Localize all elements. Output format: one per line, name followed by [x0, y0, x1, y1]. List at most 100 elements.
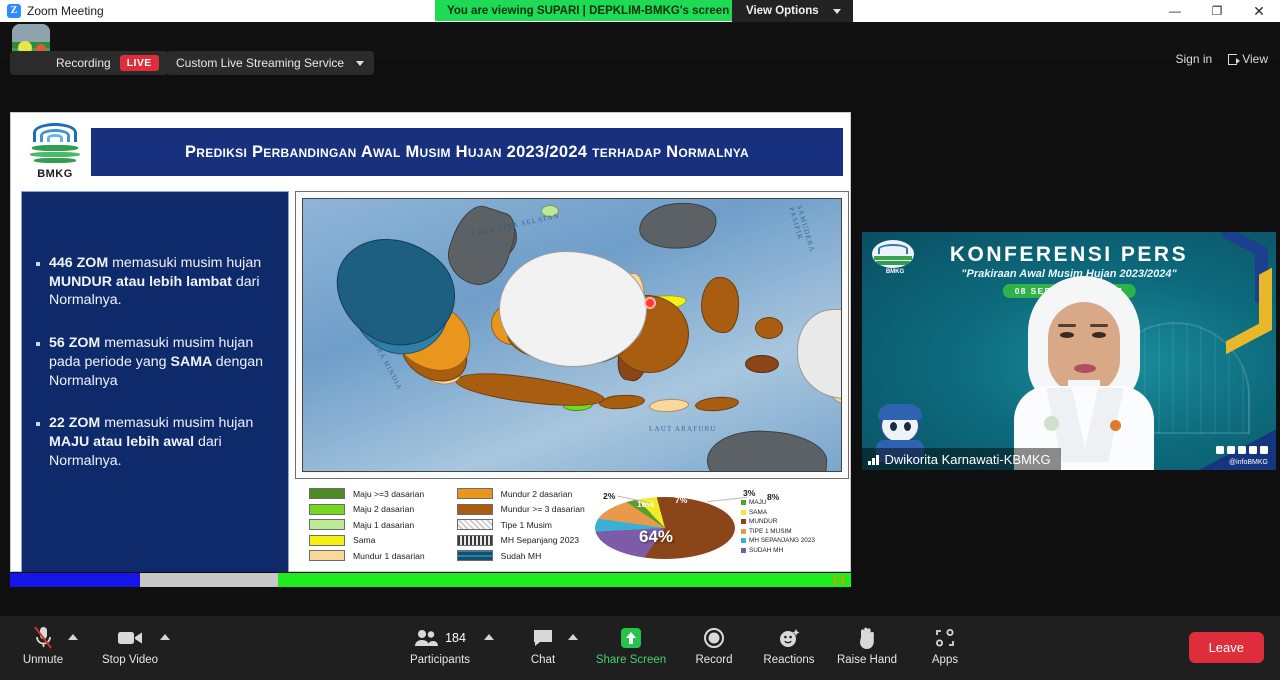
bmkg-logo-label: BMKG	[25, 168, 85, 180]
pie-label-mh-sepanjang: 2%	[603, 491, 615, 501]
legend-item: Sudah MH	[457, 550, 585, 561]
pie-legend-label: MUNDUR	[749, 518, 777, 525]
pie-legend-swatch	[741, 538, 746, 543]
legend-swatch	[309, 504, 345, 515]
reactions-label: Reactions	[752, 654, 826, 666]
legend-swatch	[457, 535, 493, 546]
live-stream-service-dropdown[interactable]: Custom Live Streaming Service	[166, 51, 374, 75]
view-layout-button[interactable]: View	[1228, 52, 1268, 66]
pie-legend-item: MAJU	[741, 499, 815, 506]
bmkg-logo: BMKG	[25, 121, 85, 183]
chat-chevron-icon[interactable]	[568, 634, 578, 640]
sign-in-button[interactable]: Sign in	[1176, 52, 1213, 66]
minimize-icon[interactable]: —	[1154, 0, 1196, 22]
video-options-chevron-icon[interactable]	[160, 634, 170, 640]
recording-label: Recording	[56, 56, 111, 70]
apps-label: Apps	[908, 654, 982, 666]
unmute-button[interactable]: Unmute	[6, 624, 80, 666]
summary-panel: 446 ZOM memasuki musim hujan MUNDUR atau…	[21, 191, 289, 575]
raise-hand-label: Raise Hand	[830, 654, 904, 666]
share-screen-icon	[594, 624, 668, 652]
leave-button[interactable]: Leave	[1189, 632, 1264, 663]
map-region	[636, 198, 720, 254]
view-options-label: View Options	[746, 5, 819, 17]
pie-chart: 64% 2% 16% 7% 3% 8% MAJUSAMAMUNDURTIPE 1…	[591, 485, 849, 571]
raise-hand-button[interactable]: Raise Hand	[830, 624, 904, 666]
legend-column-left: Maju >=3 dasarianMaju 2 dasarianMaju 1 d…	[309, 488, 425, 561]
pie-legend-label: MAJU	[749, 499, 766, 506]
participants-chevron-icon[interactable]	[484, 634, 494, 640]
legend-label: Mundur 1 dasarian	[353, 551, 425, 561]
stream-service-label: Custom Live Streaming Service	[176, 56, 344, 70]
map-region	[599, 393, 646, 410]
slide-number: 14	[832, 572, 845, 588]
pie-graphic: 64%	[595, 497, 735, 571]
map-sea-label: LAUT ARAFURU	[649, 425, 717, 433]
legend-swatch	[309, 550, 345, 561]
pie-legend-swatch	[741, 500, 746, 505]
map-region	[745, 355, 779, 373]
instagram-icon	[1238, 446, 1246, 454]
view-options-button[interactable]: View Options	[732, 0, 853, 22]
pie-legend-label: MH SEPANJANG 2023	[749, 537, 815, 544]
apps-button[interactable]: Apps	[908, 624, 982, 666]
participant-video-tile[interactable]: BMKG KONFERENSI PERS "Prakiraan Awal Mus…	[862, 232, 1276, 470]
participants-count: 184	[445, 631, 466, 645]
reactions-button[interactable]: Reactions	[752, 624, 826, 666]
zoom-logo-icon: Z	[7, 4, 21, 18]
legend-item: Mundur 2 dasarian	[457, 488, 585, 499]
page-title: Prediksi Perbandingan Awal Musim Hujan 2…	[185, 143, 749, 162]
window-controls: — ❐ ✕	[1154, 0, 1280, 22]
map-region	[454, 368, 606, 412]
legend-swatch	[309, 488, 345, 499]
stop-video-button[interactable]: Stop Video	[93, 624, 167, 666]
legend-item: Tipe 1 Musim	[457, 519, 585, 530]
share-screen-button[interactable]: Share Screen	[594, 624, 668, 666]
progress-segment-green	[278, 573, 851, 587]
audio-options-chevron-icon[interactable]	[68, 634, 78, 640]
pie-legend-item: TIPE 1 MUSIM	[741, 528, 815, 535]
legend-swatch	[457, 519, 493, 530]
legend-item: Sama	[309, 535, 425, 546]
bullet-item: 446 ZOM memasuki musim hujan MUNDUR atau…	[36, 254, 274, 310]
recording-bar: BMKG Recording LIVE Custom Live Streamin…	[0, 22, 1280, 60]
pie-legend-swatch	[741, 519, 746, 524]
audio-level-icon	[868, 454, 879, 465]
restore-icon[interactable]: ❐	[1196, 0, 1238, 22]
map-legend: Maju >=3 dasarianMaju 2 dasarianMaju 1 d…	[309, 488, 585, 561]
record-button[interactable]: Record	[677, 624, 751, 666]
legend-label: Sama	[353, 535, 375, 545]
participants-button[interactable]: 184 Participants	[403, 624, 477, 666]
shared-slide[interactable]: BMKG Prediksi Perbandingan Awal Musim Hu…	[10, 112, 851, 572]
live-badge: LIVE	[120, 55, 159, 71]
legend-swatch	[457, 550, 493, 561]
pie-legend-swatch	[741, 548, 746, 553]
map-sea-label: SAMUDERA PASIFIK	[787, 204, 822, 278]
legend-item: Mundur 1 dasarian	[309, 550, 425, 561]
window-title: Zoom Meeting	[27, 4, 104, 18]
camera-icon	[93, 624, 167, 652]
legend-label: Mundur 2 dasarian	[501, 489, 573, 499]
recording-indicator[interactable]: Recording LIVE	[10, 51, 168, 75]
close-icon[interactable]: ✕	[1238, 0, 1280, 22]
chat-label: Chat	[506, 654, 580, 666]
bullet-item: 22 ZOM memasuki musim hujan MAJU atau le…	[36, 414, 274, 470]
chat-button[interactable]: Chat	[506, 624, 580, 666]
participant-name-label: Dwikorita Karnawati-KBMKG	[862, 448, 1061, 470]
pie-legend-item: MUNDUR	[741, 518, 815, 525]
record-icon	[677, 624, 751, 652]
video-overlay-title: KONFERENSI PERS	[862, 243, 1276, 267]
chevron-down-icon	[833, 9, 841, 14]
map-region	[649, 398, 690, 413]
layout-icon	[1228, 54, 1237, 65]
legend-swatch	[309, 519, 345, 530]
legend-label: Maju 1 dasarian	[353, 520, 414, 530]
pie-label-tipe1: 7%	[675, 495, 687, 505]
apps-icon	[908, 624, 982, 652]
twitter-icon	[1216, 446, 1224, 454]
bullet-text: 56 ZOM memasuki musim hujan pada periode…	[49, 334, 274, 390]
mouse-cursor-dot	[644, 297, 656, 309]
pie-legend-item: MH SEPANJANG 2023	[741, 537, 815, 544]
legend-label: Mundur >= 3 dasarian	[501, 504, 585, 514]
record-label: Record	[677, 654, 751, 666]
